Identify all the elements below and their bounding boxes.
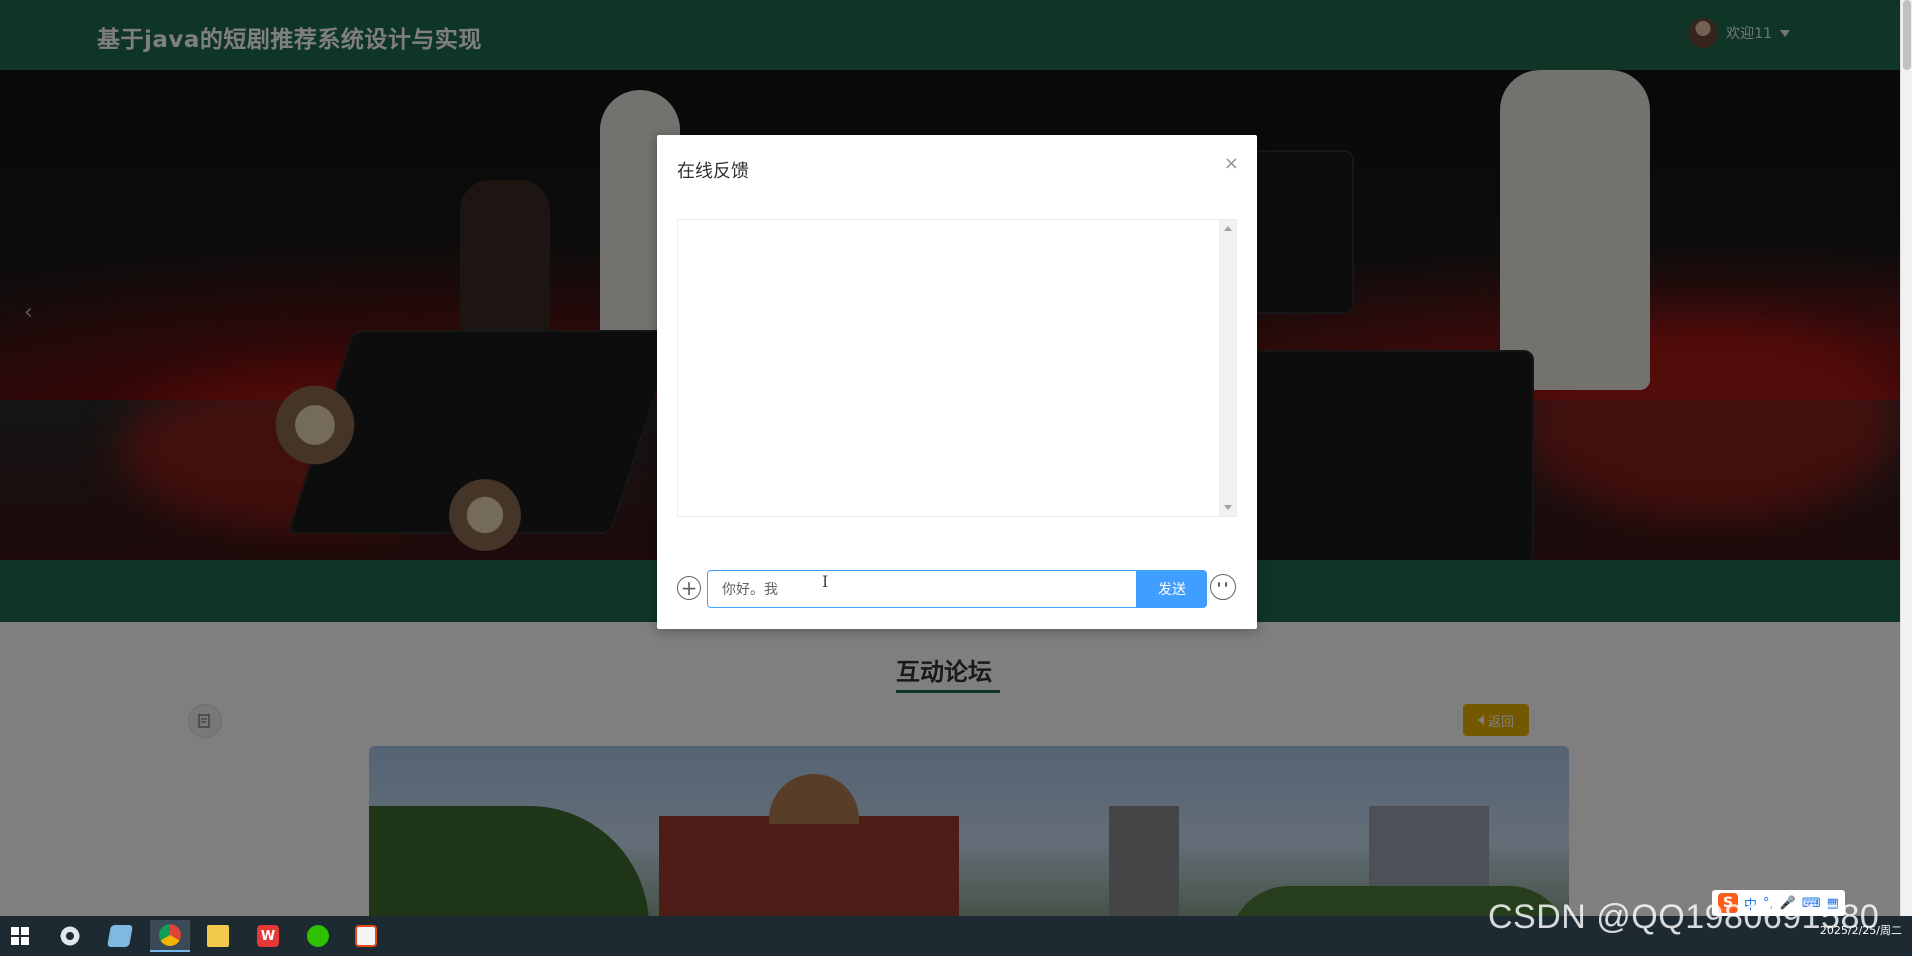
taskbar-settings[interactable] xyxy=(50,920,90,952)
taskbar-wps[interactable]: W xyxy=(248,920,288,952)
taskbar-chrome[interactable] xyxy=(150,920,190,952)
feedback-dialog: 在线反馈 × + 发送 xyxy=(657,135,1257,629)
page-scrollbar-thumb[interactable] xyxy=(1903,0,1911,70)
folder-icon xyxy=(207,925,229,947)
scroll-down-icon[interactable] xyxy=(1224,505,1232,510)
emoji-eye xyxy=(1218,582,1220,587)
system-clock[interactable]: 2025/2/25/周二 xyxy=(1820,924,1902,938)
dialog-title: 在线反馈 xyxy=(677,161,749,182)
message-scrollbar[interactable] xyxy=(1219,220,1236,516)
text-cursor-icon: I xyxy=(822,572,829,591)
send-button[interactable]: 发送 xyxy=(1137,570,1207,608)
taskbar-file-explorer[interactable] xyxy=(198,920,238,952)
taskbar-wechat[interactable] xyxy=(298,920,338,952)
page-scrollbar[interactable] xyxy=(1900,0,1912,916)
message-history[interactable] xyxy=(677,219,1237,517)
emoji-icon[interactable] xyxy=(1210,574,1236,600)
message-input[interactable] xyxy=(707,570,1137,608)
taskbar-notepad[interactable] xyxy=(100,920,140,952)
start-button[interactable] xyxy=(0,920,40,952)
chrome-icon xyxy=(159,924,181,946)
scroll-up-icon[interactable] xyxy=(1224,226,1232,231)
page: 基于java的短剧推荐系统设计与实现 欢迎11 ‹ 互动论坛 返回 xyxy=(0,0,1912,956)
clock-date: 2025/2/25/周二 xyxy=(1819,924,1902,937)
presentation-icon xyxy=(355,925,377,947)
wps-icon: W xyxy=(257,925,279,947)
emoji-eye xyxy=(1225,582,1227,587)
add-attachment-icon[interactable]: + xyxy=(677,576,701,600)
windows-icon xyxy=(11,927,29,945)
gear-icon xyxy=(59,925,81,947)
taskbar-presentation[interactable] xyxy=(346,920,386,952)
close-icon[interactable]: × xyxy=(1224,153,1239,174)
notepad-icon xyxy=(107,925,133,947)
wechat-icon xyxy=(307,925,329,947)
